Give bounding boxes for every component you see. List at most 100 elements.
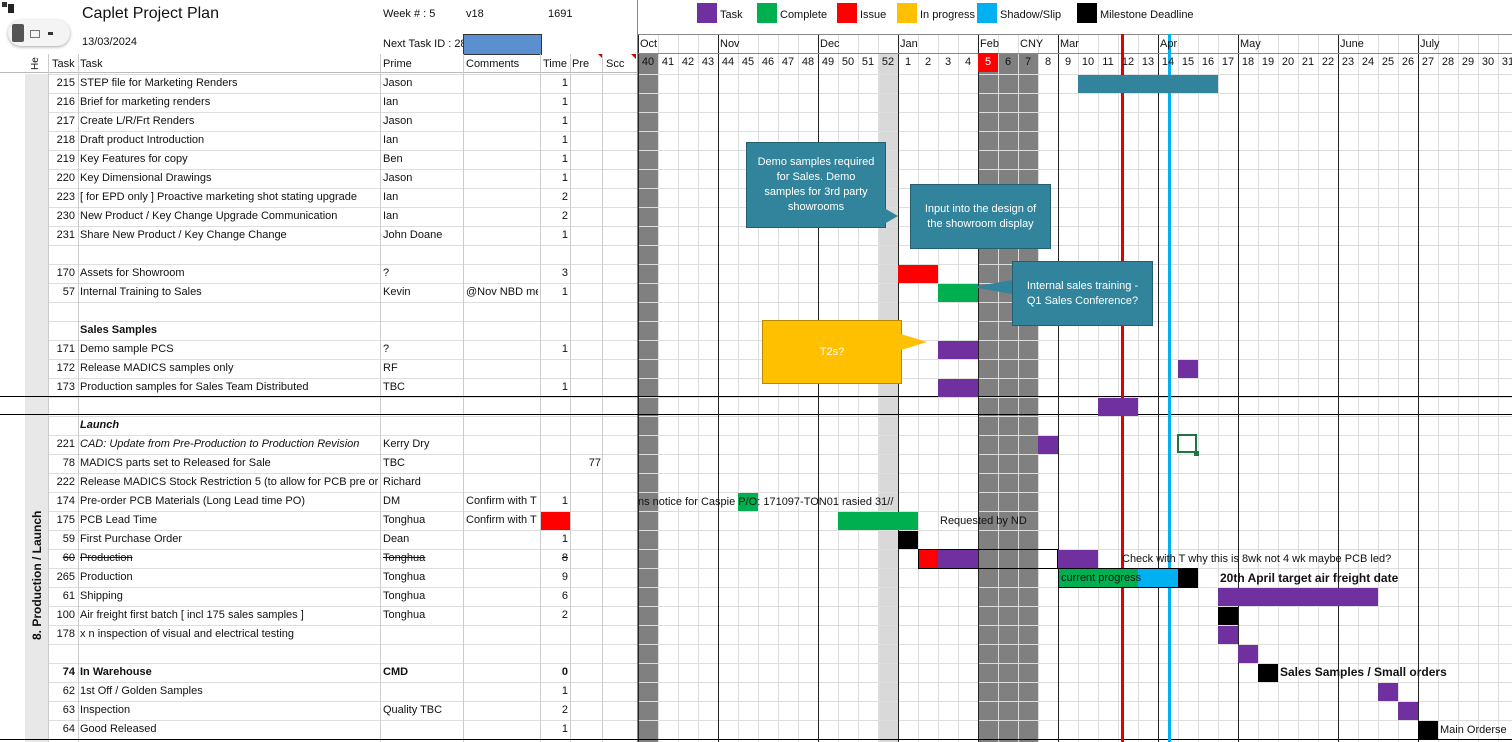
time-cell[interactable]: 0	[540, 663, 568, 682]
time-cell[interactable]: 8	[540, 549, 568, 568]
task-id-cell[interactable]: 220	[48, 169, 75, 188]
comments-cell[interactable]	[466, 188, 538, 207]
time-cell[interactable]	[540, 416, 568, 435]
task-id-cell[interactable]: 59	[48, 530, 75, 549]
time-cell[interactable]: 1	[540, 283, 568, 302]
task-id-cell[interactable]: 172	[48, 359, 75, 378]
pre-cell[interactable]	[572, 340, 601, 359]
task-name-cell[interactable]	[80, 302, 378, 321]
pre-cell[interactable]	[572, 568, 601, 587]
task-id-cell[interactable]: 215	[48, 74, 75, 93]
task-id-cell[interactable]: 62	[48, 682, 75, 701]
task-name-cell[interactable]: First Purchase Order	[80, 530, 378, 549]
prime-cell[interactable]: RF	[383, 359, 461, 378]
pre-cell[interactable]	[572, 416, 601, 435]
task-id-cell[interactable]: 174	[48, 492, 75, 511]
prime-cell[interactable]: Ben	[383, 150, 461, 169]
task-name-cell[interactable]	[80, 245, 378, 264]
pre-cell[interactable]	[572, 359, 601, 378]
task-name-cell[interactable]: New Product / Key Change Upgrade Communi…	[80, 207, 378, 226]
bar-shipping[interactable]	[1218, 588, 1378, 606]
comments-cell[interactable]	[466, 321, 538, 340]
bar-warehouse-pre[interactable]	[1238, 645, 1258, 663]
time-cell[interactable]: 1	[540, 720, 568, 739]
comments-cell[interactable]	[466, 150, 538, 169]
prime-cell[interactable]: John Doane	[383, 226, 461, 245]
prime-cell[interactable]: ?	[383, 264, 461, 283]
pre-cell[interactable]	[572, 169, 601, 188]
time-cell[interactable]: 1	[540, 340, 568, 359]
comments-cell[interactable]	[466, 587, 538, 606]
comments-cell[interactable]	[466, 131, 538, 150]
task-id-cell[interactable]	[48, 644, 75, 663]
bar-launch-gap[interactable]	[1098, 398, 1138, 416]
time-cell[interactable]	[540, 245, 568, 264]
prime-cell[interactable]: CMD	[383, 663, 461, 682]
time-cell[interactable]: 1	[540, 226, 568, 245]
prime-cell[interactable]: Dean	[383, 530, 461, 549]
time-cell[interactable]: 6	[540, 587, 568, 606]
pre-cell[interactable]	[572, 625, 601, 644]
task-name-cell[interactable]: Air freight first batch [ incl 175 sales…	[80, 606, 378, 625]
bar-air-freight[interactable]	[1218, 607, 1238, 625]
pre-cell[interactable]	[572, 606, 601, 625]
pre-cell[interactable]	[572, 283, 601, 302]
pre-cell[interactable]	[572, 492, 601, 511]
pre-cell[interactable]: 77	[572, 454, 601, 473]
pre-cell[interactable]	[572, 511, 601, 530]
pre-cell[interactable]	[572, 93, 601, 112]
time-cell[interactable]: 2	[540, 207, 568, 226]
prime-cell[interactable]	[383, 245, 461, 264]
task-name-cell[interactable]: Production	[80, 549, 378, 568]
prime-cell[interactable]: Jason	[383, 112, 461, 131]
comments-cell[interactable]	[466, 169, 538, 188]
task-id-cell[interactable]: 265	[48, 568, 75, 587]
task-id-cell[interactable]: 78	[48, 454, 75, 473]
prime-cell[interactable]: ?	[383, 340, 461, 359]
toggle-widget-icon[interactable]	[8, 20, 70, 46]
comments-cell[interactable]	[466, 302, 538, 321]
pre-cell[interactable]	[572, 131, 601, 150]
pre-cell[interactable]	[572, 245, 601, 264]
bar-assets-showroom[interactable]	[898, 265, 938, 283]
pre-cell[interactable]	[572, 226, 601, 245]
comments-cell[interactable]	[466, 264, 538, 283]
task-name-cell[interactable]: Release MADICS Stock Restriction 5 (to a…	[80, 473, 378, 492]
comments-cell[interactable]	[466, 644, 538, 663]
task-name-cell[interactable]: PCB Lead Time	[80, 511, 378, 530]
next-task-input[interactable]	[463, 34, 542, 55]
task-name-cell[interactable]: Release MADICS samples only	[80, 359, 378, 378]
task-id-cell[interactable]: 60	[48, 549, 75, 568]
comments-cell[interactable]	[466, 340, 538, 359]
comments-cell[interactable]	[466, 606, 538, 625]
prime-cell[interactable]: Jason	[383, 169, 461, 188]
bar-release-madics[interactable]	[1178, 360, 1198, 378]
pre-cell[interactable]	[572, 530, 601, 549]
comments-cell[interactable]	[466, 625, 538, 644]
time-cell[interactable]	[540, 397, 568, 416]
bar-inspection-test[interactable]	[1218, 626, 1238, 644]
task-name-cell[interactable]: STEP file for Marketing Renders	[80, 74, 378, 93]
bar-demo-sample[interactable]	[938, 341, 978, 359]
task-id-cell[interactable]: 223	[48, 188, 75, 207]
time-cell[interactable]: 3	[540, 264, 568, 283]
comments-cell[interactable]	[466, 530, 538, 549]
task-id-cell[interactable]: 63	[48, 701, 75, 720]
task-name-cell[interactable]: In Warehouse	[80, 663, 378, 682]
comments-cell[interactable]	[466, 454, 538, 473]
time-cell[interactable]: 1	[540, 682, 568, 701]
task-id-cell[interactable]: 171	[48, 340, 75, 359]
task-name-cell[interactable]: Key Features for copy	[80, 150, 378, 169]
prime-cell[interactable]: TBC	[383, 378, 461, 397]
prime-cell[interactable]: Tonghua	[383, 511, 461, 530]
task-name-cell[interactable]: Production	[80, 568, 378, 587]
task-id-cell[interactable]: 64	[48, 720, 75, 739]
task-id-cell[interactable]: 222	[48, 473, 75, 492]
prime-cell[interactable]: TBC	[383, 454, 461, 473]
time-cell[interactable]	[540, 359, 568, 378]
issue-cell[interactable]	[541, 512, 570, 530]
pre-cell[interactable]	[572, 720, 601, 739]
bar-in-warehouse[interactable]	[1258, 664, 1278, 682]
pre-cell[interactable]	[572, 549, 601, 568]
task-id-cell[interactable]: 218	[48, 131, 75, 150]
